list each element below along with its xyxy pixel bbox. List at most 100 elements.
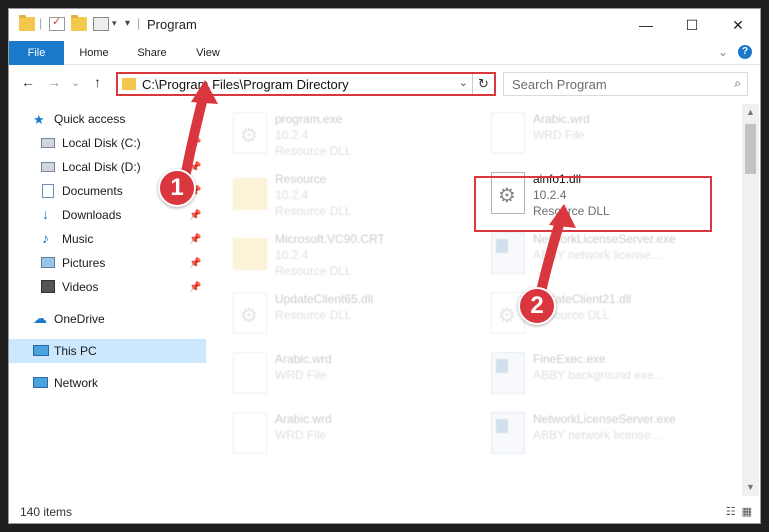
application-icon xyxy=(491,412,525,454)
folder-icon xyxy=(19,15,35,31)
recent-locations-icon[interactable]: ⌄ xyxy=(71,76,80,89)
pictures-icon xyxy=(41,257,55,268)
address-path[interactable]: C:\Program Files\Program Directory xyxy=(142,77,349,92)
sidebar-item-label: Local Disk (D:) xyxy=(62,160,141,174)
star-icon: ★ xyxy=(33,112,45,127)
pin-icon[interactable]: 📌 xyxy=(189,162,201,173)
pin-icon[interactable]: 📌 xyxy=(189,234,201,245)
tab-share[interactable]: Share xyxy=(129,41,175,65)
sidebar-item-label: This PC xyxy=(54,344,97,358)
file-tile[interactable]: FineExec.exe ABBY background exe... xyxy=(467,344,717,404)
download-icon: ↓ xyxy=(42,206,49,222)
sidebar-item-label: Downloads xyxy=(62,208,122,222)
file-detail: WRD File xyxy=(533,128,585,142)
document-file-icon xyxy=(233,412,267,454)
file-tile[interactable]: Arabic.wrd WRD File xyxy=(467,104,717,164)
up-arrow-icon[interactable]: ↑ xyxy=(94,74,101,90)
qa-dropdown-icon[interactable]: ▾ xyxy=(112,18,117,29)
file-tile[interactable]: Arabic.wrd WRD File xyxy=(209,344,459,404)
vertical-scrollbar[interactable]: ▲ ▼ xyxy=(742,104,759,496)
tab-view[interactable]: View xyxy=(187,41,229,65)
sidebar-item-label: Network xyxy=(54,376,99,390)
file-tile[interactable]: NetworkLicenseServer.exe ABBY network li… xyxy=(467,404,717,464)
folder-icon xyxy=(122,78,136,90)
file-detail: 10.2.4 xyxy=(275,128,309,142)
documents-icon xyxy=(42,184,54,198)
pin-icon[interactable]: 📌 xyxy=(189,138,201,149)
title-bar: | ✓ ▾ ▾ | Program — ☐ ✕ xyxy=(9,9,760,41)
search-input[interactable]: Search Program ⌕ xyxy=(503,72,748,96)
pin-icon[interactable]: 📌 xyxy=(189,258,201,269)
maximize-button[interactable]: ☐ xyxy=(669,9,715,41)
sidebar-item-label: Pictures xyxy=(62,256,106,270)
sidebar-item-network[interactable]: Network xyxy=(9,371,206,395)
sidebar-item-quick-access[interactable]: ★ Quick access xyxy=(9,107,206,131)
sidebar-item-videos[interactable]: Videos 📌 xyxy=(9,275,206,299)
tiles-view-icon[interactable]: ▦ xyxy=(742,505,752,518)
file-tile[interactable]: Microsoft.VC90.CRT 10.2.4 Resource DLL xyxy=(209,224,459,284)
file-detail: ABBY background exe... xyxy=(533,368,664,382)
file-explorer-window: | ✓ ▾ ▾ | Program — ☐ ✕ File Home Share … xyxy=(8,8,761,524)
separator: | xyxy=(39,16,43,30)
file-name: NetworkLicenseServer.exe xyxy=(533,412,676,426)
window-title: Program xyxy=(147,17,197,32)
sidebar-item-pictures[interactable]: Pictures 📌 xyxy=(9,251,206,275)
address-bar[interactable]: C:\Program Files\Program Directory ⌄ ↻ xyxy=(116,72,496,96)
tab-file[interactable]: File xyxy=(9,41,64,65)
address-dropdown-icon[interactable]: ⌄ xyxy=(459,76,468,89)
file-tile[interactable]: Arabic.wrd WRD File xyxy=(209,404,459,464)
sidebar-item-onedrive[interactable]: ☁ OneDrive xyxy=(9,307,206,331)
file-detail: Resource DLL xyxy=(275,264,352,278)
videos-icon xyxy=(41,280,55,293)
sidebar-item-label: Documents xyxy=(62,184,123,198)
qa-customize-icon[interactable]: ▾ xyxy=(125,18,130,29)
file-name: Microsoft.VC90.CRT xyxy=(275,232,385,246)
refresh-icon[interactable]: ↻ xyxy=(472,74,494,94)
forward-arrow-icon[interactable]: → xyxy=(47,74,61,90)
pin-icon[interactable]: 📌 xyxy=(189,210,201,221)
search-icon[interactable]: ⌕ xyxy=(734,76,741,91)
new-folder-icon[interactable] xyxy=(71,15,87,31)
annotation-step-2: 2 xyxy=(518,287,556,325)
details-view-icon[interactable]: ☷ xyxy=(726,505,736,518)
computer-icon xyxy=(33,345,49,356)
file-tile[interactable]: UpdateClient65.dll Resource DLL xyxy=(209,284,459,344)
highlight-box xyxy=(474,176,712,232)
sidebar-item-this-pc[interactable]: This PC xyxy=(9,339,206,363)
back-arrow-icon[interactable]: ← xyxy=(21,74,35,90)
close-button[interactable]: ✕ xyxy=(715,9,760,41)
file-tile[interactable]: Resource 10.2.4 Resource DLL xyxy=(209,164,459,224)
sidebar-item-local-disk-c[interactable]: Local Disk (C:) 📌 xyxy=(9,131,206,155)
file-detail: WRD File xyxy=(275,368,327,382)
scroll-thumb[interactable] xyxy=(745,124,756,174)
folder-icon xyxy=(233,178,267,210)
tab-home[interactable]: Home xyxy=(71,41,117,65)
customize-toolbar-icon[interactable] xyxy=(93,17,109,31)
annotation-step-1: 1 xyxy=(158,169,196,207)
separator: | xyxy=(137,16,141,30)
file-detail: 10.2.4 xyxy=(275,188,309,202)
exe-file-icon xyxy=(233,112,267,154)
help-icon[interactable]: ? xyxy=(738,45,752,59)
navigation-bar: ← → ⌄ ↑ C:\Program Files\Program Directo… xyxy=(9,66,760,100)
file-list: program.exe 10.2.4 Resource DLL Arabic.w… xyxy=(209,104,739,496)
scroll-up-icon[interactable]: ▲ xyxy=(742,104,759,121)
pin-icon[interactable]: 📌 xyxy=(189,282,201,293)
sidebar-item-label: Videos xyxy=(62,280,99,294)
file-name: Arabic.wrd xyxy=(275,412,332,426)
file-tile[interactable]: UpdateClient21.dll Resource DLL xyxy=(467,284,717,344)
file-tile[interactable]: program.exe 10.2.4 Resource DLL xyxy=(209,104,459,164)
file-tile[interactable]: NetworkLicenseServer.exe ABBY network li… xyxy=(467,224,717,284)
minimize-button[interactable]: — xyxy=(623,9,669,41)
sidebar-item-music[interactable]: ♪ Music 📌 xyxy=(9,227,206,251)
ribbon-tabs: File Home Share View ⌄ ? xyxy=(9,41,760,65)
file-name: NetworkLicenseServer.exe xyxy=(533,232,676,246)
expand-ribbon-icon[interactable]: ⌄ xyxy=(718,45,728,59)
file-name: FineExec.exe xyxy=(533,352,606,366)
music-icon: ♪ xyxy=(42,230,49,246)
file-detail: 10.2.4 xyxy=(275,248,309,262)
properties-icon[interactable]: ✓ xyxy=(49,16,65,31)
application-icon xyxy=(491,352,525,394)
scroll-down-icon[interactable]: ▼ xyxy=(742,479,759,496)
drive-icon xyxy=(41,138,55,148)
